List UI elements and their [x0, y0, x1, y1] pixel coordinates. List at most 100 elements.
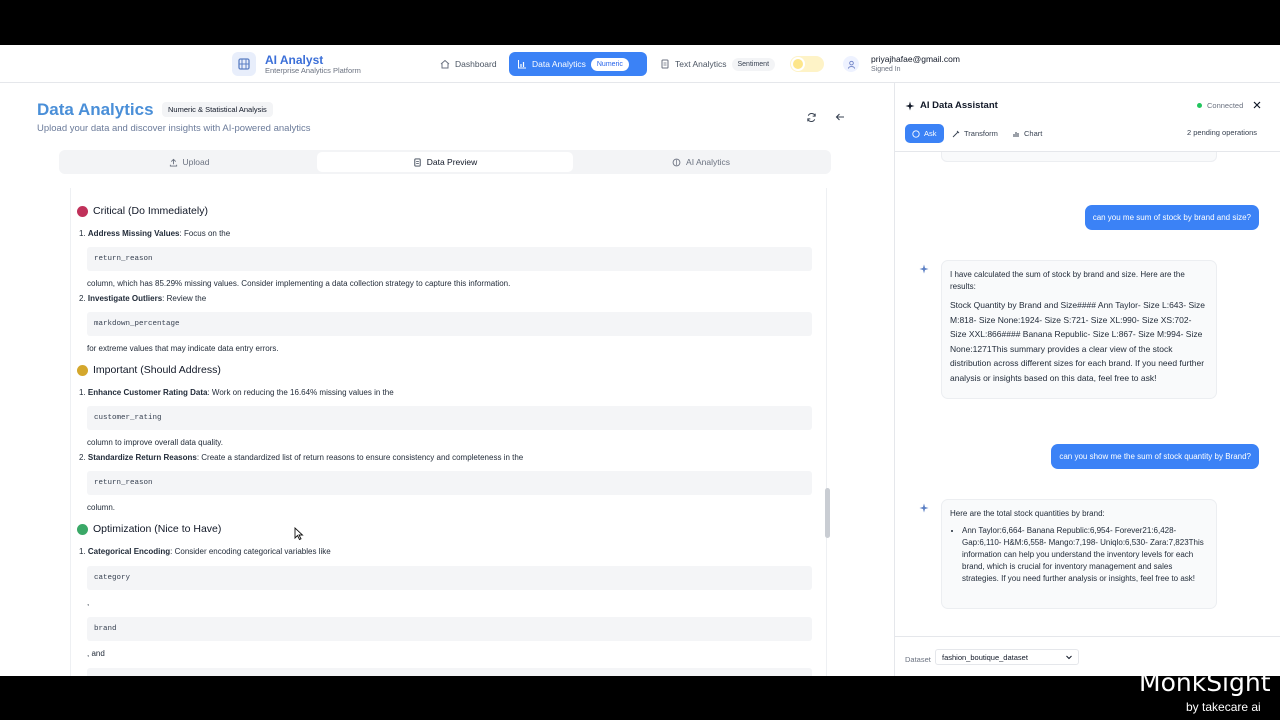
nav-dashboard-label: Dashboard: [455, 59, 497, 69]
nav-text-analytics[interactable]: Text Analytics Sentiment: [652, 52, 783, 76]
brain-icon: [672, 158, 681, 166]
back-arrow-icon[interactable]: [833, 110, 847, 124]
main-content: Data Analytics Numeric & Statistical Ana…: [0, 83, 893, 676]
user-email: priyajhafae@gmail.com: [871, 54, 960, 64]
status-dot-icon: [1197, 103, 1202, 108]
code-block: customer_rating: [87, 406, 812, 430]
list-item: 1. Address Missing Values: Focus on the: [79, 229, 231, 238]
brand-title: AI Analyst: [265, 53, 324, 67]
item-title: Address Missing Values: [87, 229, 180, 238]
nav-text-analytics-label: Text Analytics: [675, 59, 727, 69]
dataset-select-value: fashion_boutique_dataset: [942, 653, 1028, 662]
assistant-tab-chart[interactable]: Chart: [1005, 124, 1049, 143]
user-message: can you me sum of stock by brand and siz…: [1084, 205, 1259, 230]
assistant-message-body: Ann Taylor:6,664- Banana Republic:6,954-…: [962, 525, 1208, 585]
code-block: [87, 668, 812, 676]
analytics-tabs: Upload Data Preview AI Analytics: [59, 150, 831, 174]
bar-chart-icon: [1013, 131, 1019, 137]
scrollbar-thumb[interactable]: [825, 488, 830, 538]
code-block: category: [87, 566, 812, 590]
list-item: 1. Enhance Customer Rating Data: Work on…: [79, 388, 394, 397]
tab-ai-analytics-label: AI Analytics: [686, 157, 730, 167]
file-icon: [414, 157, 421, 167]
numeric-pill: Numeric: [590, 57, 629, 71]
item-title: Standardize Return Reasons: [87, 453, 197, 462]
assistant-tab-chart-label: Chart: [1024, 129, 1043, 138]
page-title: Data Analytics: [37, 100, 154, 119]
watermark-title: MonkSight: [1139, 668, 1271, 697]
chat-thread: can you me sum of stock by brand and siz…: [895, 151, 1280, 636]
item-continuation: column, which has 85.29% missing values.…: [87, 279, 511, 288]
pending-operations[interactable]: 2 pending operations: [1187, 128, 1257, 137]
assistant-message: Here are the total stock quantities by b…: [941, 499, 1217, 609]
item-separator: , and: [87, 649, 105, 658]
previous-message: [941, 152, 1217, 162]
section-critical: Critical (Do Immediately): [77, 205, 208, 217]
ai-assistant-panel: AI Data Assistant Connected Ask Transfor…: [894, 83, 1280, 676]
item-text: : Review the: [162, 294, 207, 303]
chat-icon: [912, 129, 920, 138]
item-text: : Work on reducing the 16.64% missing va…: [207, 388, 394, 397]
tab-upload-label: Upload: [182, 157, 210, 167]
user-message: can you show me the sum of stock quantit…: [1051, 444, 1259, 469]
user-avatar-icon[interactable]: [843, 56, 859, 72]
green-circle-icon: [77, 523, 88, 535]
item-title: Categorical Encoding: [87, 547, 171, 556]
document-icon: [661, 59, 669, 69]
theme-toggle[interactable]: [790, 56, 824, 72]
tab-data-preview[interactable]: Data Preview: [317, 152, 573, 172]
section-optimization-heading: Optimization (Nice to Have): [93, 523, 222, 535]
code-block: brand: [87, 617, 812, 641]
item-continuation: column.: [87, 503, 116, 512]
assistant-tab-transform[interactable]: Transform: [945, 124, 1005, 143]
wand-icon: [952, 130, 960, 137]
item-text: : Focus on the: [179, 229, 231, 238]
connection-status: Connected: [1197, 101, 1243, 110]
assistant-tab-transform-label: Transform: [964, 129, 998, 138]
tab-upload[interactable]: Upload: [61, 152, 317, 172]
item-text: : Consider encoding categorical variable…: [170, 547, 331, 556]
top-navbar: AI Analyst Enterprise Analytics Platform…: [0, 45, 1280, 83]
tab-ai-analytics[interactable]: AI Analytics: [573, 152, 829, 172]
assistant-message-body: Stock Quantity by Brand and Size#### Ann…: [950, 300, 1205, 383]
code-block: markdown_percentage: [87, 312, 812, 336]
connection-status-text: Connected: [1207, 101, 1244, 110]
item-separator: ,: [87, 598, 90, 607]
section-critical-heading: Critical (Do Immediately): [93, 205, 208, 217]
assistant-tab-ask[interactable]: Ask: [905, 124, 944, 143]
item-continuation: column to improve overall data quality.: [87, 438, 223, 447]
code-block: return_reason: [87, 247, 812, 271]
page-badge: Numeric & Statistical Analysis: [162, 102, 273, 117]
sentiment-pill: Sentiment: [731, 57, 776, 71]
bar-chart-icon: [518, 60, 526, 69]
app-screen: AI Analyst Enterprise Analytics Platform…: [0, 45, 1280, 676]
assistant-message-lead: Here are the total stock quantities by b…: [950, 509, 1105, 518]
sun-icon: [793, 59, 803, 69]
nav-data-analytics[interactable]: Data Analytics Numeric: [509, 52, 647, 76]
upload-icon: [169, 158, 177, 167]
item-title: Enhance Customer Rating Data: [87, 388, 208, 397]
assistant-avatar-icon: [917, 501, 931, 515]
brand-subtitle: Enterprise Analytics Platform: [265, 66, 361, 75]
nav-dashboard[interactable]: Dashboard: [432, 52, 505, 76]
dataset-select[interactable]: fashion_boutique_dataset: [935, 649, 1079, 665]
nav-data-analytics-label: Data Analytics: [532, 59, 586, 69]
item-continuation: for extreme values that may indicate dat…: [87, 344, 279, 353]
report-panel: Critical (Do Immediately) 1. Address Mis…: [70, 188, 827, 676]
mouse-cursor-icon: [294, 527, 304, 541]
section-optimization: Optimization (Nice to Have): [77, 523, 221, 535]
assistant-title: AI Data Assistant: [905, 100, 998, 111]
red-circle-icon: [77, 205, 88, 217]
item-title: Investigate Outliers: [87, 294, 163, 303]
close-icon[interactable]: [1251, 99, 1263, 111]
tab-data-preview-label: Data Preview: [426, 157, 478, 167]
assistant-message-lead: I have calculated the sum of stock by br…: [950, 270, 1185, 291]
section-important: Important (Should Address): [77, 364, 221, 376]
yellow-circle-icon: [77, 364, 88, 376]
list-item: 1. Categorical Encoding: Consider encodi…: [79, 547, 331, 556]
refresh-icon[interactable]: [804, 110, 818, 124]
letterbox-bottom: [0, 676, 1280, 720]
chevron-down-icon: [1066, 655, 1072, 660]
item-text: : Create a standardized list of return r…: [196, 453, 524, 462]
brand-logo-icon: [232, 52, 256, 76]
